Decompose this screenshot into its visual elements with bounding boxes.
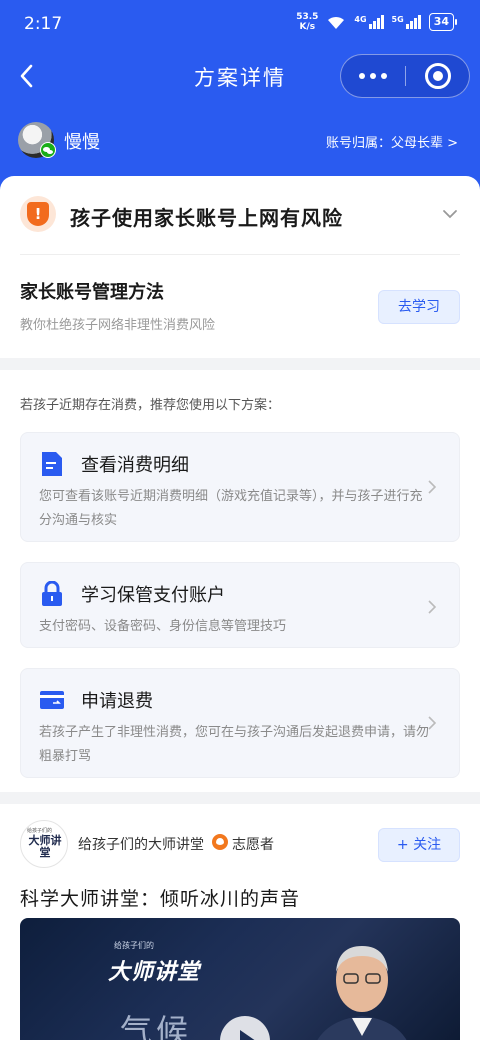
plan-title: 申请退费: [81, 691, 153, 712]
net-speed-unit: K/s: [299, 22, 316, 32]
mini-program-capsule: [340, 54, 470, 98]
volunteer-heart-icon: [212, 834, 228, 850]
plan-desc: 支付密码、设备密码、身份信息等管理技巧: [39, 619, 287, 634]
battery-icon: 34: [428, 13, 458, 31]
lecture-author[interactable]: 给孩子们的大师讲堂: [78, 834, 204, 854]
plan-secure-payment[interactable]: 学习保管支付账户 支付密码、设备密码、身份信息等管理技巧: [20, 562, 460, 648]
follow-button[interactable]: + 关注: [378, 828, 460, 862]
wifi-icon: [328, 16, 345, 29]
presenter-image: [317, 946, 407, 1040]
plan-title: 学习保管支付账户: [81, 585, 225, 606]
account-row: 慢慢 账号归属：父母长辈 >: [0, 120, 480, 164]
plan-title: 查看消费明细: [81, 455, 189, 476]
video-word: 气候: [120, 1012, 193, 1040]
lecture-logo[interactable]: 给孩子们的 大师讲堂: [20, 820, 68, 868]
risk-title: 孩子使用家长账号上网有风险: [70, 206, 343, 230]
plans-intro: 若孩子近期存在消费，推荐您使用以下方案：: [20, 398, 281, 413]
plan-desc: 若孩子产生了非理性消费，您可在与孩子沟通后发起退费申请，请勿粗暴打骂: [39, 725, 430, 764]
account-owner-link[interactable]: 账号归属：父母长辈 >: [326, 132, 458, 151]
plan-apply-refund[interactable]: 申请退费 若孩子产生了非理性消费，您可在与孩子沟通后发起退费申请，请勿粗暴打骂: [20, 668, 460, 778]
signal-4g-icon: 4G: [354, 15, 384, 29]
chevron-right-icon: [428, 600, 437, 614]
video-thumbnail[interactable]: 给孩子们的 大师讲堂 气候: [20, 918, 460, 1040]
go-learn-button[interactable]: 去学习: [378, 290, 460, 324]
divider: [20, 254, 460, 255]
lock-icon: [42, 581, 62, 606]
lecture-title[interactable]: 科学大师讲堂：倾听冰川的声音: [20, 884, 300, 911]
plan-desc: 您可查看该账号近期消费明细（游戏充值记录等），并与孩子进行充分沟通与核实: [39, 489, 423, 528]
method-title: 家长账号管理方法: [20, 282, 164, 303]
chevron-down-icon[interactable]: [442, 206, 458, 222]
status-bar: 2:17 53.5 K/s 4G 5G 34: [0, 0, 480, 46]
method-subtitle: 教你杜绝孩子网络非理性消费风险: [20, 318, 216, 333]
signal-5g-label: 5G: [391, 15, 404, 24]
chevron-right-icon: [428, 716, 437, 730]
plans-card: 若孩子近期存在消费，推荐您使用以下方案： 查看消费明细 您可查看该账号近期消费明…: [0, 370, 480, 792]
play-icon[interactable]: [220, 1016, 270, 1040]
shield-warning-icon: !: [20, 196, 56, 232]
video-brand: 大师讲堂: [108, 960, 201, 985]
nav-bar: 方案详情: [0, 46, 480, 106]
shield-warning-glyph: !: [27, 202, 49, 226]
lecture-logo-small: 给孩子们的: [27, 828, 53, 834]
risk-card: ! 孩子使用家长账号上网有风险 家长账号管理方法 教你杜绝孩子网络非理性消费风险…: [0, 176, 480, 358]
net-speed: 53.5 K/s: [296, 12, 318, 32]
more-dots-icon[interactable]: [341, 55, 405, 97]
capsule-divider: [405, 66, 406, 86]
refund-card-icon: [40, 691, 64, 709]
document-icon: [42, 452, 62, 476]
signal-4g-label: 4G: [354, 15, 367, 24]
lecture-card: 给孩子们的 大师讲堂 给孩子们的大师讲堂 志愿者 + 关注 科学大师讲堂：倾听冰…: [0, 804, 480, 1040]
lecture-logo-text: 大师讲堂: [28, 834, 62, 859]
user-name: 慢慢: [64, 132, 100, 153]
chevron-right-icon: [428, 480, 437, 494]
signal-5g-icon: 5G: [392, 15, 421, 29]
plan-view-spending[interactable]: 查看消费明细 您可查看该账号近期消费明细（游戏充值记录等），并与孩子进行充分沟通…: [20, 432, 460, 542]
net-speed-value: 53.5: [296, 12, 319, 22]
target-close-icon[interactable]: [425, 63, 451, 89]
status-time: 2:17: [24, 14, 63, 34]
wechat-icon: [40, 142, 56, 158]
volunteer-label: 志愿者: [232, 837, 274, 853]
status-indicators: 53.5 K/s 4G 5G 34: [296, 12, 458, 32]
video-brand-small: 给孩子们的: [114, 941, 154, 950]
